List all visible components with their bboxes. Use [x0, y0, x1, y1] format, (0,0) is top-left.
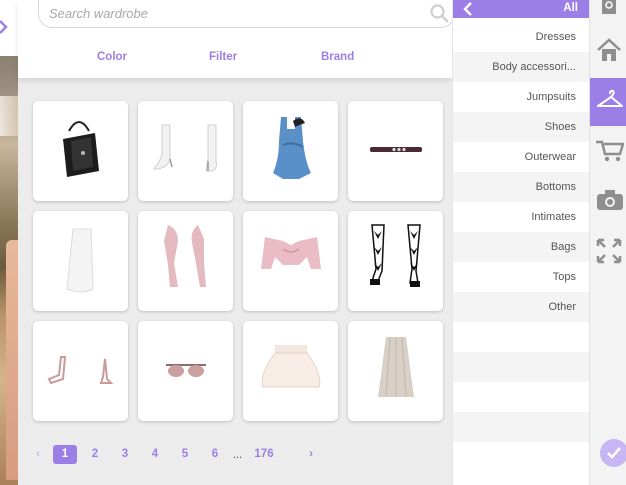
category-outerwear[interactable]: Outerwear: [453, 142, 590, 172]
category-empty-row: [453, 352, 590, 382]
pagination: ‹ 1 2 3 4 5 6 ... 176 ›: [33, 445, 333, 465]
category-shoes[interactable]: Shoes: [453, 112, 590, 142]
category-sidebar: All Dresses Body accessori... Jumpsuits …: [452, 0, 590, 485]
scene-awning: [0, 96, 18, 136]
camera-icon: [597, 190, 623, 210]
category-empty-row: [453, 382, 590, 412]
white-lace-boots-item[interactable]: [138, 101, 233, 201]
shopping-cart-icon: [596, 140, 624, 162]
category-empty-row: [453, 412, 590, 442]
right-toolbar: [589, 0, 626, 485]
page-6[interactable]: 6: [205, 445, 225, 464]
expand-icon: [596, 238, 622, 264]
counter-icon: [602, 0, 616, 14]
camera-button[interactable]: [590, 178, 626, 226]
confirm-button[interactable]: [600, 439, 626, 467]
filter-button[interactable]: Filter: [209, 51, 237, 63]
color-filter[interactable]: Color: [97, 51, 127, 63]
category-tops[interactable]: Tops: [453, 262, 590, 292]
search-icon[interactable]: [428, 2, 450, 24]
category-bags[interactable]: Bags: [453, 232, 590, 262]
sunglasses-item[interactable]: [138, 321, 233, 421]
hanger-icon: [597, 89, 623, 107]
collapse-arrow-icon[interactable]: [0, 20, 8, 34]
page-5[interactable]: 5: [175, 445, 195, 464]
shop-button[interactable]: [590, 128, 626, 176]
blue-dress-item[interactable]: [243, 101, 338, 201]
black-handbag-item[interactable]: [33, 101, 128, 201]
category-all[interactable]: All: [563, 2, 578, 14]
home-icon: [597, 38, 621, 61]
filter-bar: Color Filter Brand: [18, 51, 452, 67]
avatar-arm: [6, 240, 18, 480]
cream-tutu-skirt-item[interactable]: [243, 321, 338, 421]
prev-page-icon[interactable]: ‹: [33, 445, 43, 464]
category-jumpsuits[interactable]: Jumpsuits: [453, 82, 590, 112]
page-2[interactable]: 2: [85, 445, 105, 464]
back-icon[interactable]: [463, 2, 473, 16]
category-intimates[interactable]: Intimates: [453, 202, 590, 232]
page-1[interactable]: 1: [53, 445, 77, 464]
pleated-skirt-item[interactable]: [348, 321, 443, 421]
black-choker-item[interactable]: [348, 101, 443, 201]
page-last[interactable]: 176: [249, 445, 279, 464]
counter-tab[interactable]: [590, 0, 626, 18]
pink-crop-top-item[interactable]: [243, 211, 338, 311]
white-skirt-item[interactable]: [33, 211, 128, 311]
heart-stockings-item[interactable]: [348, 211, 443, 311]
page-3[interactable]: 3: [115, 445, 135, 464]
check-icon: [607, 447, 621, 459]
home-button[interactable]: [590, 27, 626, 75]
category-body-accessories[interactable]: Body accessori...: [453, 52, 590, 82]
category-dresses[interactable]: Dresses: [453, 22, 590, 52]
category-header[interactable]: All: [453, 0, 590, 18]
category-bottoms[interactable]: Bottoms: [453, 172, 590, 202]
page-4[interactable]: 4: [145, 445, 165, 464]
search-input[interactable]: [49, 3, 409, 23]
wardrobe-button[interactable]: [590, 78, 626, 126]
wardrobe-panel: Color Filter Brand: [18, 0, 455, 485]
brand-filter[interactable]: Brand: [321, 51, 354, 63]
wardrobe-header: Color Filter Brand: [18, 0, 455, 78]
scene-background: [0, 0, 18, 485]
fullscreen-button[interactable]: [590, 228, 626, 276]
pink-sleeves-item[interactable]: [138, 211, 233, 311]
search-bar: [38, 0, 455, 28]
next-page-icon[interactable]: ›: [305, 445, 317, 464]
category-empty-row: [453, 322, 590, 352]
pagination-ellipsis: ...: [233, 449, 243, 461]
pink-sandals-item[interactable]: [33, 321, 128, 421]
category-other[interactable]: Other: [453, 292, 590, 322]
